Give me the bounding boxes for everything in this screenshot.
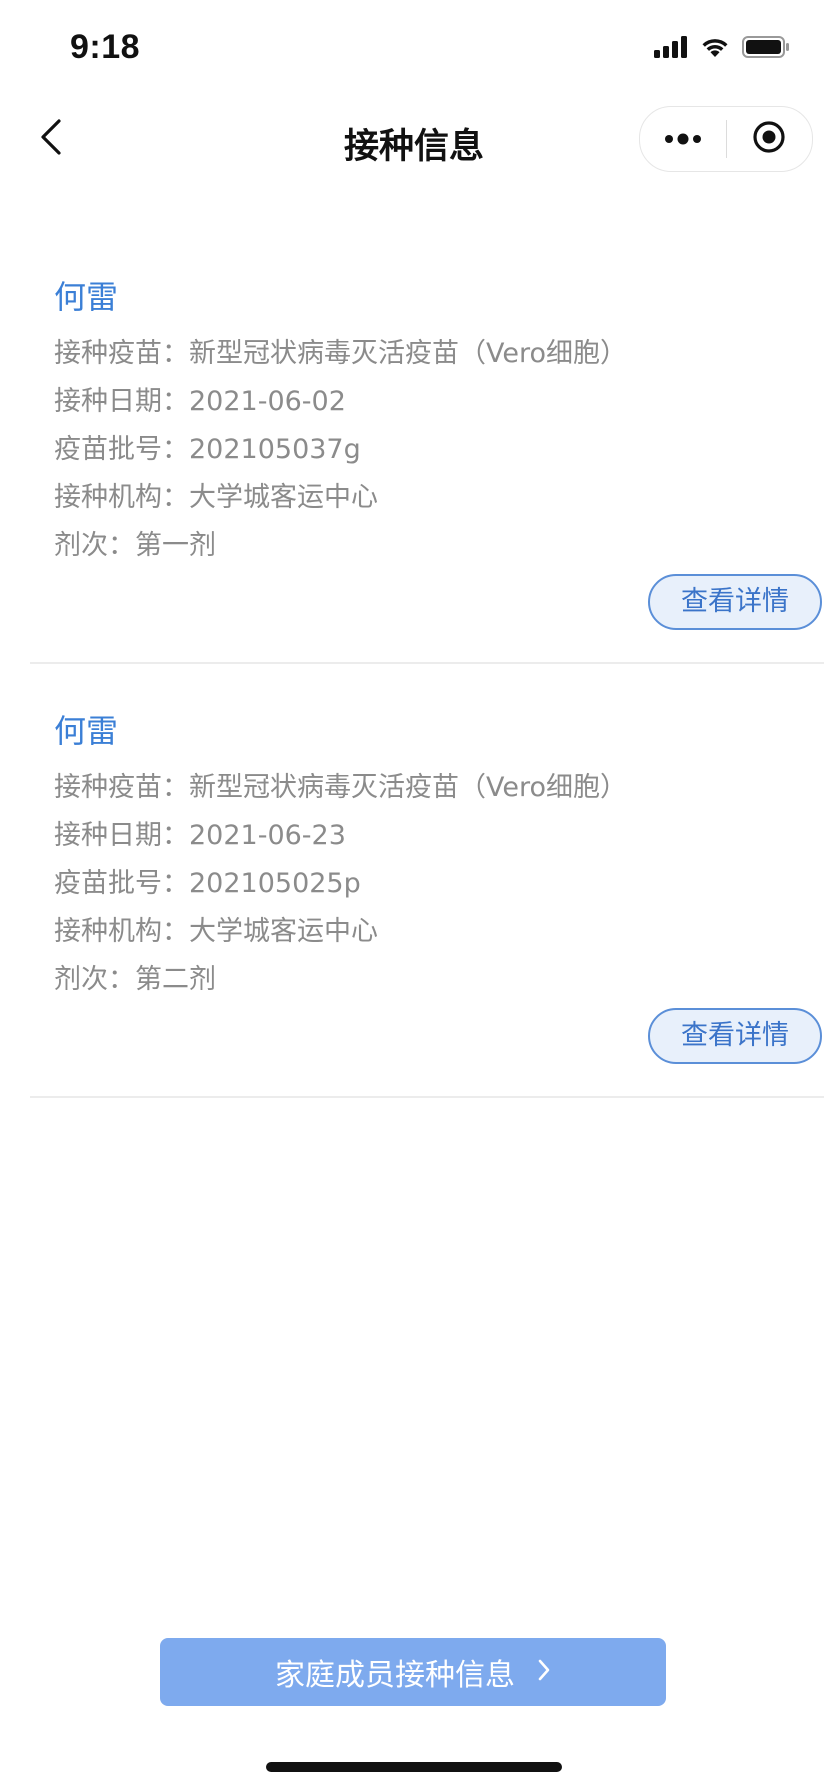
nav-bar: 接种信息 bbox=[0, 96, 828, 184]
batch-field: 疫苗批号：202105025p bbox=[54, 868, 361, 899]
family-vaccination-button[interactable]: 家庭成员接种信息 bbox=[160, 1638, 666, 1706]
dose-field: 剂次：第二剂 bbox=[54, 964, 216, 995]
dose-field: 剂次：第一剂 bbox=[54, 530, 216, 561]
status-icons bbox=[654, 36, 790, 62]
record-fields: 接种疫苗：新型冠状病毒灭活疫苗（Vero细胞） 接种日期：2021-06-23 … bbox=[54, 764, 627, 1004]
person-name: 何雷 bbox=[54, 712, 119, 750]
date-field: 接种日期：2021-06-23 bbox=[54, 820, 346, 851]
chevron-right-icon bbox=[537, 1655, 551, 1690]
home-indicator[interactable] bbox=[266, 1762, 562, 1772]
vaccination-record: 何雷 接种疫苗：新型冠状病毒灭活疫苗（Vero细胞） 接种日期：2021-06-… bbox=[30, 230, 824, 664]
vaccine-field: 接种疫苗：新型冠状病毒灭活疫苗（Vero细胞） bbox=[54, 338, 628, 369]
more-dots-icon bbox=[664, 130, 702, 149]
institution-field: 接种机构：大学城客运中心 bbox=[54, 482, 378, 513]
institution-field: 接种机构：大学城客运中心 bbox=[54, 916, 378, 947]
view-details-button[interactable]: 查看详情 bbox=[648, 574, 822, 630]
family-button-label: 家庭成员接种信息 bbox=[275, 1658, 515, 1693]
wifi-icon bbox=[700, 36, 730, 62]
vaccination-records: 何雷 接种疫苗：新型冠状病毒灭活疫苗（Vero细胞） 接种日期：2021-06-… bbox=[0, 230, 828, 1098]
cellular-signal-icon bbox=[654, 36, 688, 62]
record-fields: 接种疫苗：新型冠状病毒灭活疫苗（Vero细胞） 接种日期：2021-06-02 … bbox=[54, 330, 627, 570]
date-field: 接种日期：2021-06-02 bbox=[54, 386, 346, 417]
batch-field: 疫苗批号：202105037g bbox=[54, 434, 361, 465]
target-circle-icon bbox=[752, 120, 786, 158]
status-bar: 9:18 bbox=[0, 0, 828, 96]
vaccine-field: 接种疫苗：新型冠状病毒灭活疫苗（Vero细胞） bbox=[54, 772, 628, 803]
battery-icon bbox=[742, 36, 790, 62]
vaccination-record: 何雷 接种疫苗：新型冠状病毒灭活疫苗（Vero细胞） 接种日期：2021-06-… bbox=[30, 664, 824, 1098]
person-name: 何雷 bbox=[54, 278, 119, 316]
more-button[interactable] bbox=[640, 107, 726, 171]
status-time: 9:18 bbox=[70, 28, 141, 66]
mini-program-capsule bbox=[639, 106, 813, 172]
close-button[interactable] bbox=[727, 107, 813, 171]
view-details-button[interactable]: 查看详情 bbox=[648, 1008, 822, 1064]
